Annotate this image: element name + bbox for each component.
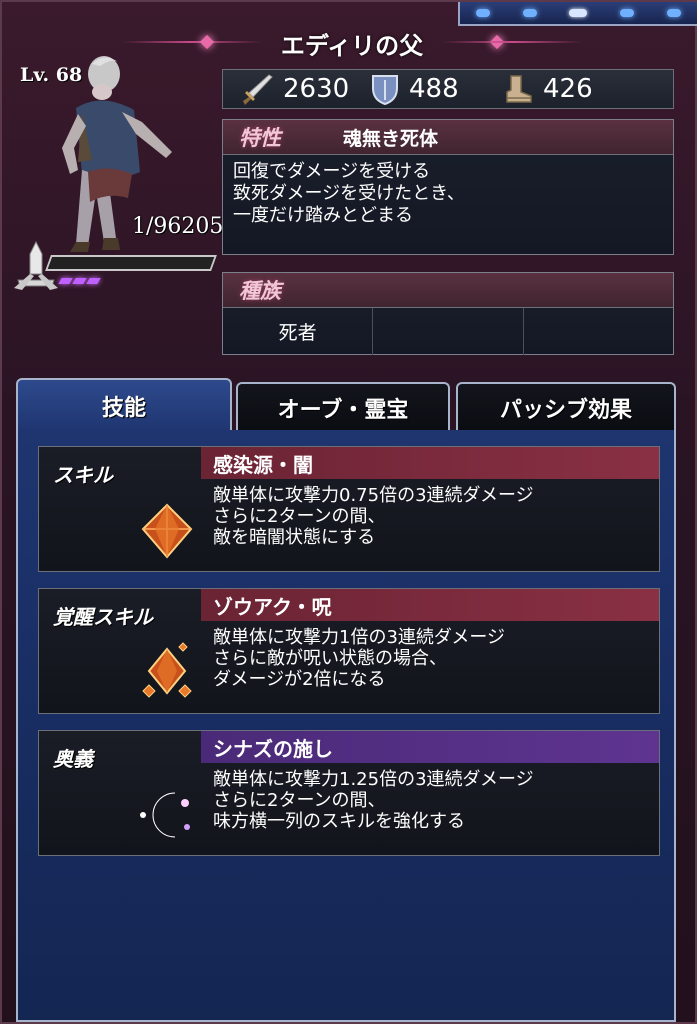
skill-card[interactable]: スキル 感染源・闇 敵単体に攻撃力0.75倍の3連続ダメージ さらに2ターンの間…: [38, 446, 660, 572]
skills-content: スキル 感染源・闇 敵単体に攻撃力0.75倍の3連続ダメージ さらに2ターンの間…: [16, 430, 676, 1022]
defense-shield-icon: [372, 75, 398, 106]
race-label: 種族: [239, 279, 281, 303]
trait-line: 一度だけ踏みとどまる: [233, 205, 413, 226]
skill-line: 味方横一列のスキルを強化する: [213, 811, 465, 832]
trait-line: 回復でダメージを受ける: [233, 161, 431, 182]
skill-line: 敵単体に攻撃力0.75倍の3連続ダメージ: [213, 485, 534, 506]
tab-skills[interactable]: 技能: [16, 378, 232, 432]
defense-stat: 488: [369, 72, 501, 106]
ougi-card[interactable]: 奥義 シナズの施し 敵単体に攻撃力1.25倍の3連続ダメージ さらに2ターンの間…: [38, 730, 660, 856]
skill-line: さらに敵が呪い状態の場合、: [213, 648, 447, 669]
page-indicator-selected[interactable]: [569, 9, 588, 17]
attack-stat: 2630: [239, 71, 369, 107]
attack-sword-icon: [243, 74, 273, 105]
race-cells: 死者: [223, 308, 673, 355]
skill-line: さらに2ターンの間、: [213, 506, 386, 527]
stats-bar: 2630 488 426: [222, 69, 674, 109]
top-tab-strip[interactable]: [458, 2, 697, 26]
awakened-skill-card[interactable]: 覚醒スキル ゾウアク・呪 敵単体に攻撃力1倍の3連続ダメージ さらに敵が呪い状態…: [38, 588, 660, 714]
detail-tabs: 技能 オーブ・霊宝 パッシブ効果: [16, 378, 676, 432]
speed-stat: 426: [501, 72, 661, 106]
trait-header: 特性 魂無き死体: [223, 120, 673, 155]
trait-line: 致死ダメージを受けたとき、: [233, 183, 465, 204]
skill-line: 敵を暗闇状態にする: [213, 527, 376, 548]
skill-line: さらに2ターンの間、: [213, 790, 386, 811]
race-cell: [524, 308, 673, 355]
page-indicator[interactable]: [666, 9, 681, 17]
hp-readout: 1/96205: [132, 214, 224, 239]
speed-boot-icon: [506, 75, 532, 103]
skill-line: 敵単体に攻撃力1.25倍の3連続ダメージ: [213, 769, 534, 790]
skill-name: ゾウアク・呪: [201, 589, 659, 621]
rainbow-crescent-icon: [140, 792, 190, 838]
skill-description: 敵単体に攻撃力1.25倍の3連続ダメージ さらに2ターンの間、 味方横一列のスキ…: [213, 769, 534, 832]
skill-description: 敵単体に攻撃力0.75倍の3連続ダメージ さらに2ターンの間、 敵を暗闇状態にす…: [213, 485, 534, 548]
gauge-pip: [58, 278, 73, 284]
skill-description: 敵単体に攻撃力1倍の3連続ダメージ さらに敵が呪い状態の場合、 ダメージが2倍に…: [213, 627, 505, 690]
title-ornament-right: [442, 41, 582, 43]
unit-detail-screen: エディリの父 Lv. 68 1/96205 2630 488 426 特性 魂無…: [0, 0, 697, 1024]
trait-description: 回復でダメージを受ける 致死ダメージを受けたとき、 一度だけ踏みとどまる: [223, 155, 673, 233]
trait-panel: 特性 魂無き死体 回復でダメージを受ける 致死ダメージを受けたとき、 一度だけ踏…: [222, 119, 674, 255]
page-indicator[interactable]: [620, 9, 635, 17]
tab-orbs[interactable]: オーブ・霊宝: [236, 382, 450, 432]
skill-line: ダメージが2倍になる: [213, 669, 386, 690]
page-indicator[interactable]: [522, 9, 537, 17]
skill-type: スキル: [53, 463, 113, 487]
skill-name: シナズの施し: [201, 731, 659, 763]
tab-passive[interactable]: パッシブ効果: [456, 382, 676, 432]
gauge-pip: [72, 278, 87, 284]
break-gauge: [45, 255, 217, 271]
trait-label: 特性: [239, 126, 281, 150]
orange-crystal-icon: [141, 503, 193, 559]
skill-line: 敵単体に攻撃力1倍の3連続ダメージ: [213, 627, 506, 648]
gauge-pips: [58, 278, 101, 284]
skill-type: 覚醒スキル: [53, 605, 153, 629]
race-header: 種族: [223, 273, 673, 308]
skill-name: 感染源・闇: [201, 447, 659, 479]
skill-type: 奥義: [53, 747, 93, 771]
race-cell: 死者: [223, 308, 374, 355]
trait-name: 魂無き死体: [343, 127, 439, 150]
defense-value: 488: [409, 74, 459, 104]
page-indicator[interactable]: [476, 9, 491, 17]
orange-crystal-cluster-icon: [142, 642, 192, 698]
gauge-pip: [86, 278, 101, 284]
race-cell: [373, 308, 524, 355]
speed-value: 426: [543, 74, 593, 104]
attack-value: 2630: [283, 74, 350, 104]
race-panel: 種族 死者: [222, 272, 674, 355]
